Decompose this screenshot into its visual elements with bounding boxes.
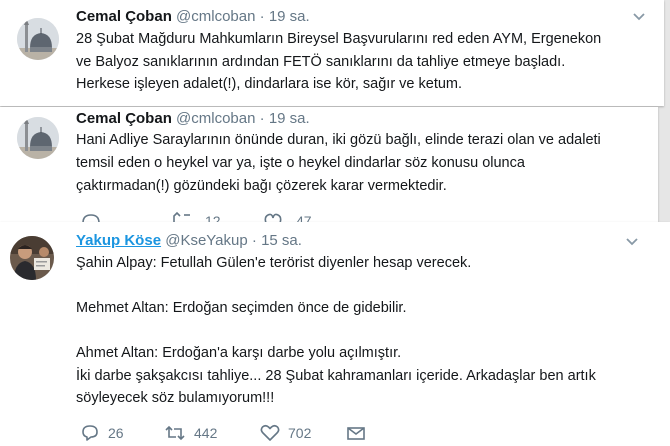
author-handle[interactable]: @cmlcoban [176,110,255,127]
reply-icon [82,425,98,441]
retweet-icon [165,425,185,441]
tweet-line: ve Balyoz sanıklarının ardından FETÖ san… [76,53,566,70]
author-handle[interactable]: @cmlcoban [176,8,255,25]
mosque-avatar-icon[interactable] [17,18,59,60]
tweet-line: Ahmet Altan: Erdoğan'a karşı darbe yolu … [76,345,402,361]
tweet-card[interactable]: Cemal Çoban @cmlcoban · 19 sa. Hani Adli… [0,107,658,222]
tweet-line: Hani Adliye Saraylarının önünde duran, i… [76,132,601,148]
heart-icon [260,424,280,441]
tweet-header: Cemal Çoban @cmlcoban · 19 sa. [76,110,310,127]
tweet-card[interactable]: Cemal Çoban @cmlcoban · 19 sa. 28 Şubat … [0,0,664,106]
like-count: 702 [288,425,312,441]
separator: · [259,8,265,25]
reply-button[interactable]: 26 [80,421,124,445]
envelope-icon [347,427,365,440]
retweet-button[interactable]: 442 [164,421,217,445]
author-name[interactable]: Cemal Çoban [76,110,172,127]
tweet-line: Herkese işleyen adalet(!), dindarlara is… [76,76,463,92]
heart-icon[interactable] [262,211,284,222]
tweet-line: söyleyecek söz bulamıyorum!!! [76,390,275,406]
author-handle[interactable]: @KseYakup [165,232,248,249]
message-button[interactable] [346,421,366,445]
tweet-header: Cemal Çoban @cmlcoban · 19 sa. [76,8,310,25]
separator: · [251,232,257,249]
tweet-line: Şahin Alpay: Fetullah Gülen'e terörist d… [76,255,472,271]
tweet-line: temsil eden o heykel var ya, işte o heyk… [76,155,525,171]
tweet-line: çaktırmadan(!) gözündeki bağı çözerek ka… [76,177,447,194]
timestamp[interactable]: 19 sa. [269,8,310,25]
tweet-line: Mehmet Altan: Erdoğan seçimden önce de g… [76,300,407,316]
tweet-actions: 26 442 702 [76,421,396,445]
chevron-down-icon[interactable] [632,12,646,22]
mosque-avatar-icon[interactable] [17,117,59,159]
retweet-count: 442 [194,425,218,441]
person-avatar-icon[interactable] [10,236,54,280]
timestamp[interactable]: 15 sa. [261,232,302,249]
tweet-header: Yakup Köse @KseYakup · 15 sa. [76,232,302,249]
tweet-card[interactable]: Yakup Köse @KseYakup · 15 sa. Şahin Alpa… [0,222,670,446]
retweet-icon[interactable] [170,211,192,222]
author-name[interactable]: Yakup Köse [76,232,161,249]
author-name[interactable]: Cemal Çoban [76,8,172,25]
timestamp[interactable]: 19 sa. [269,110,310,127]
tweet-line: 28 Şubat Mağduru Mahkumların Bireysel Ba… [76,31,602,47]
separator: · [259,110,265,127]
like-button[interactable]: 702 [260,421,311,445]
reply-count: 26 [108,425,124,441]
reply-icon[interactable] [80,211,102,222]
retweet-count: 12 [205,213,221,222]
chevron-down-icon[interactable] [625,237,639,247]
like-count: 47 [296,213,312,222]
tweet-line: İki darbe şakşakcısı tahliye... 28 Şubat… [76,367,596,384]
